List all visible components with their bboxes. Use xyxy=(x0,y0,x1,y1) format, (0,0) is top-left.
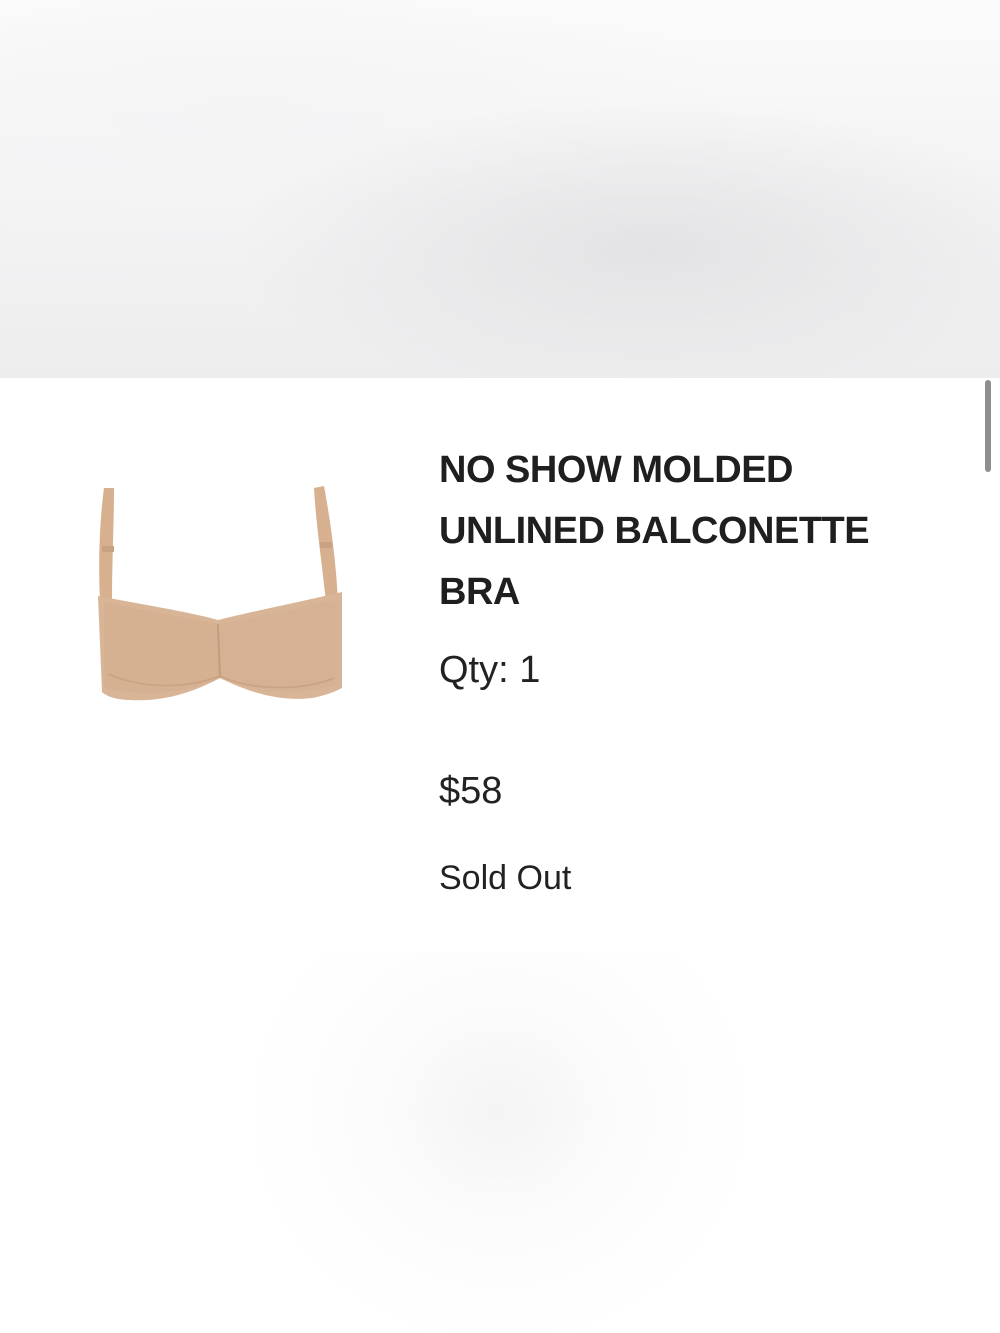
stock-status: Sold Out xyxy=(439,859,572,897)
product-price: $58 xyxy=(439,770,503,812)
blurred-backdrop-top xyxy=(0,0,1000,378)
product-title[interactable]: NO SHOW MOLDED UNLINED BALCONETTE BRA xyxy=(439,440,939,623)
blurred-backdrop-bottom xyxy=(0,952,1000,1333)
scrollbar[interactable] xyxy=(985,380,991,472)
page: NO SHOW MOLDED UNLINED BALCONETTE BRA Qt… xyxy=(0,0,1000,1333)
quantity-label: Qty: 1 xyxy=(439,649,541,691)
product-info: NO SHOW MOLDED UNLINED BALCONETTE BRA xyxy=(439,440,939,623)
bra-product-image[interactable] xyxy=(90,478,350,708)
